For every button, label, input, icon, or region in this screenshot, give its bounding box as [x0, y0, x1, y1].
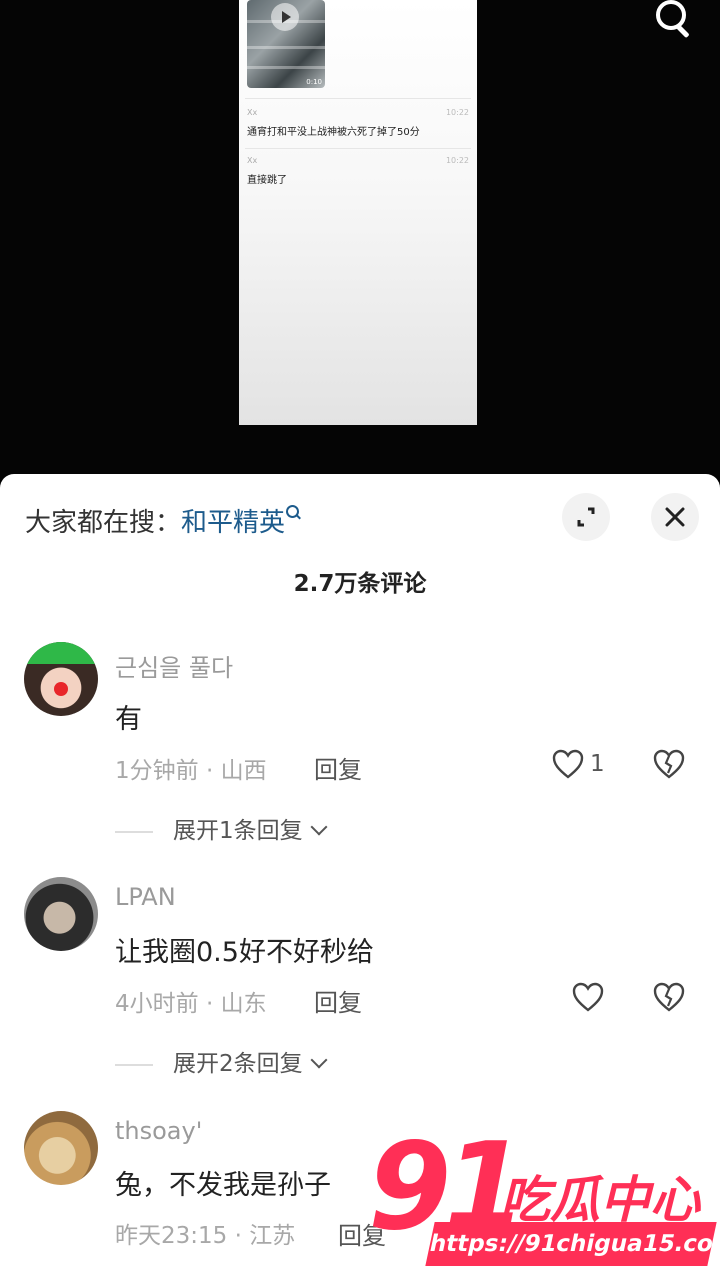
suggestion-keyword-link[interactable]: 和平精英 [181, 508, 285, 538]
comment-text: 兔，不发我是孙子 [115, 1170, 331, 1201]
video-frame-chat-screenshot: 0:10 Xx 10:22 通宵打和平没上战神被六死了掉了50分 Xx 10:2… [239, 0, 477, 425]
comment-text: 让我圈0.5好不好秒给 [115, 937, 374, 968]
comment-username[interactable]: thsoay' [115, 1117, 202, 1145]
avatar[interactable] [24, 877, 98, 951]
chevron-down-icon [310, 1051, 328, 1069]
watermark-url: https://91chigua15.com [425, 1222, 720, 1266]
message-time: 10:22 [445, 108, 469, 117]
expand-button[interactable] [562, 493, 610, 541]
play-icon [271, 3, 299, 31]
message-sender: Xx [247, 156, 258, 165]
expand-replies[interactable]: 展开2条回复 [115, 1044, 328, 1078]
heart-icon[interactable] [552, 749, 584, 779]
message-text: 通宵打和平没上战神被六死了掉了50分 [247, 127, 420, 138]
video-thumbnail: 0:10 [247, 0, 325, 88]
reply-button[interactable]: 回复 [314, 750, 362, 785]
comment-text: 有 [115, 704, 142, 735]
broken-heart-icon[interactable] [653, 749, 685, 779]
search-small-icon [285, 504, 302, 520]
reply-button[interactable]: 回复 [314, 983, 362, 1018]
search-suggestion: 大家都在搜：和平精英 [25, 502, 302, 539]
suggestion-label: 大家都在搜： [25, 508, 182, 538]
close-button[interactable] [651, 493, 699, 541]
avatar[interactable] [24, 642, 98, 716]
chevron-down-icon [310, 818, 328, 836]
comment-username[interactable]: 근심을 풀다 [115, 648, 233, 683]
like-count: 1 [590, 751, 605, 777]
expand-icon [577, 507, 595, 527]
video-player[interactable]: 0:10 Xx 10:22 通宵打和平没上战神被六死了掉了50分 Xx 10:2… [0, 0, 720, 480]
comment-meta: 昨天23:15 · 江苏 [115, 1223, 296, 1249]
expand-replies-label: 展开2条回复 [173, 1051, 303, 1077]
expand-replies-label: 展开1条回复 [173, 818, 303, 844]
comment-meta: 4小时前 · 山东 [115, 991, 267, 1017]
thumb-duration: 0:10 [306, 78, 322, 86]
message-text: 直接跳了 [247, 175, 287, 186]
message-sender: Xx [247, 108, 258, 117]
comment-username[interactable]: LPAN [115, 883, 176, 911]
search-button[interactable] [650, 0, 700, 40]
close-icon [665, 507, 685, 527]
broken-heart-icon[interactable] [653, 982, 685, 1012]
comment-count: 2.7万条评论 [293, 571, 427, 597]
heart-icon[interactable] [572, 982, 604, 1012]
message-time: 10:22 [445, 156, 469, 165]
comment-meta: 1分钟前 · 山西 [115, 758, 267, 784]
avatar[interactable] [24, 1111, 98, 1185]
expand-replies[interactable]: 展开1条回复 [115, 811, 328, 845]
